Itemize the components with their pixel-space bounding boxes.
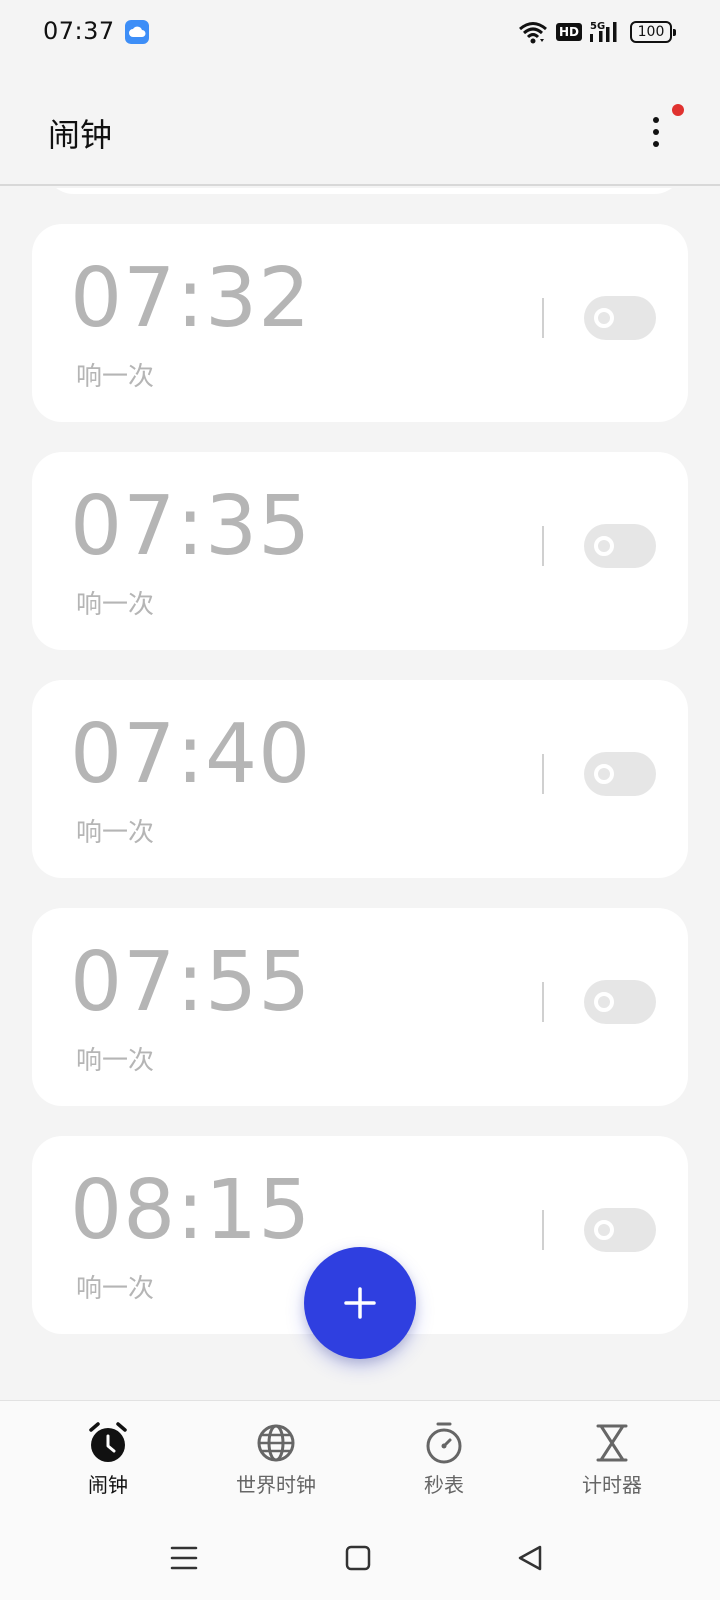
status-time: 07:37 <box>43 17 115 45</box>
more-vertical-icon[interactable] <box>636 110 676 154</box>
alarm-toggle[interactable] <box>584 980 656 1024</box>
tab-label: 秒表 <box>424 1473 464 1497</box>
alarm-repeat-label: 响一次 <box>76 1046 155 1076</box>
alarm-time: 07:40 <box>70 707 312 802</box>
tab-label: 闹钟 <box>88 1473 128 1497</box>
bottom-nav: 闹钟 世界时钟 秒表 计时器 <box>0 1400 720 1514</box>
notification-dot <box>672 104 684 116</box>
add-alarm-button[interactable] <box>304 1247 416 1359</box>
signal-5g-icon: 5G <box>590 21 617 42</box>
alarm-repeat-label: 响一次 <box>76 590 155 620</box>
alarm-repeat-label: 响一次 <box>76 1274 155 1304</box>
status-bar: 07:37 HD 5G 100 <box>0 0 720 66</box>
back-icon[interactable] <box>510 1538 550 1578</box>
globe-icon <box>257 1424 295 1462</box>
alarm-card-partial[interactable] <box>44 188 684 194</box>
alarm-clock-icon <box>89 1422 127 1462</box>
tab-label: 世界时钟 <box>236 1473 316 1497</box>
alarm-card[interactable]: 07:32 响一次 <box>32 224 688 422</box>
divider <box>542 1210 544 1250</box>
wifi-icon <box>519 22 547 44</box>
divider <box>542 754 544 794</box>
home-icon[interactable] <box>338 1538 378 1578</box>
alarm-time: 07:55 <box>70 935 312 1030</box>
toggle-knob <box>594 992 614 1012</box>
alarm-toggle[interactable] <box>584 296 656 340</box>
hourglass-icon <box>596 1424 628 1462</box>
alarm-card[interactable]: 07:40 响一次 <box>32 680 688 878</box>
battery-icon: 100 <box>630 21 676 43</box>
divider <box>542 526 544 566</box>
alarm-time: 07:32 <box>70 251 312 346</box>
alarm-repeat-label: 响一次 <box>76 818 155 848</box>
divider <box>542 298 544 338</box>
alarm-toggle[interactable] <box>584 524 656 568</box>
hd-icon: HD <box>555 23 582 41</box>
network-type-label: 5G <box>590 21 605 32</box>
alarm-card[interactable]: 07:35 响一次 <box>32 452 688 650</box>
alarm-toggle[interactable] <box>584 752 656 796</box>
stopwatch-icon <box>426 1422 462 1464</box>
toggle-knob <box>594 308 614 328</box>
cloud-app-icon <box>125 20 149 44</box>
tab-stopwatch[interactable]: 秒表 <box>374 1421 514 1501</box>
toggle-knob <box>594 1220 614 1240</box>
alarm-time: 07:35 <box>70 479 312 574</box>
alarm-list[interactable]: 07:32 响一次 07:35 响一次 07:40 响一次 07:55 响一次 … <box>0 188 720 1400</box>
alarm-card[interactable]: 07:55 响一次 <box>32 908 688 1106</box>
status-icons: HD 5G 100 <box>518 18 676 46</box>
page-title: 闹钟 <box>48 116 113 154</box>
divider <box>542 982 544 1022</box>
toggle-knob <box>594 764 614 784</box>
tab-world-clock[interactable]: 世界时钟 <box>206 1421 346 1501</box>
menu-icon[interactable] <box>164 1538 204 1578</box>
alarm-toggle[interactable] <box>584 1208 656 1252</box>
tab-alarm[interactable]: 闹钟 <box>38 1421 178 1501</box>
tab-label: 计时器 <box>582 1473 642 1497</box>
tab-timer[interactable]: 计时器 <box>542 1421 682 1501</box>
alarm-repeat-label: 响一次 <box>76 362 155 392</box>
plus-icon <box>344 1287 376 1319</box>
alarm-time: 08:15 <box>70 1163 312 1258</box>
system-nav <box>0 1514 720 1600</box>
app-header: 闹钟 <box>0 66 720 186</box>
toggle-knob <box>594 536 614 556</box>
battery-level: 100 <box>637 24 665 40</box>
